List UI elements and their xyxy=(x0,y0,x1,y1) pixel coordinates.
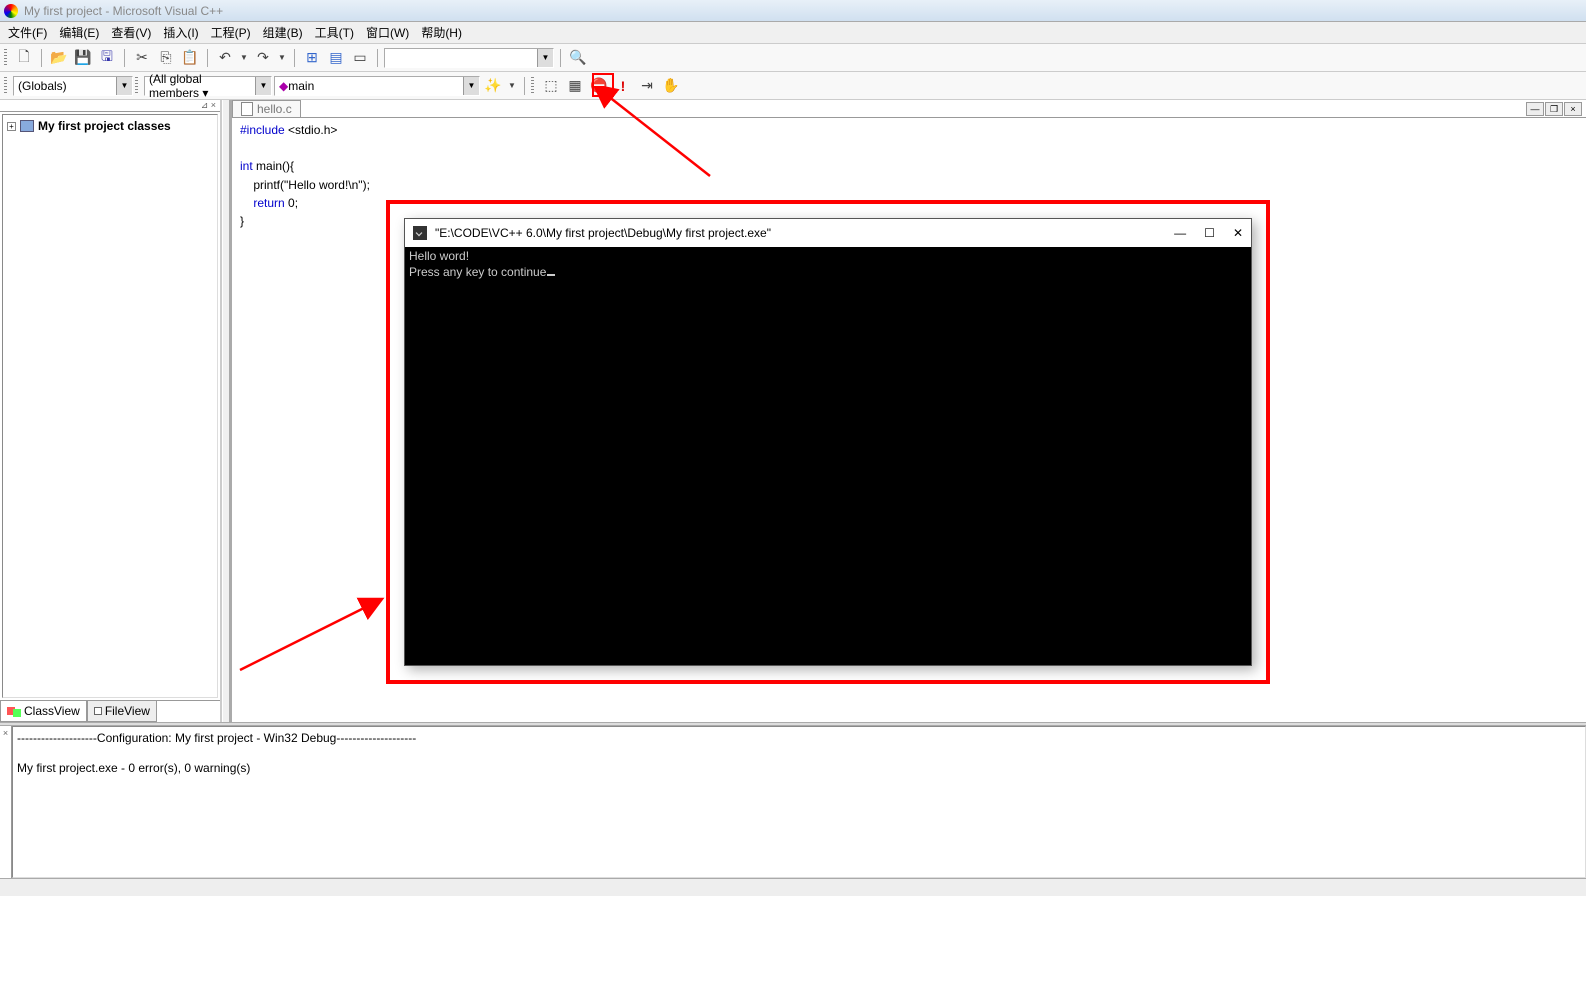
workspace-panel: ⊿ × + My first project classes ClassView… xyxy=(0,100,222,722)
console-app-icon xyxy=(413,226,427,240)
output-icon[interactable]: ▤ xyxy=(325,47,347,69)
redo-icon[interactable]: ↷ xyxy=(252,47,274,69)
tab-fileview[interactable]: FileView xyxy=(87,701,157,722)
menu-edit[interactable]: 编辑(E) xyxy=(59,24,99,41)
editor-tab-hello[interactable]: hello.c xyxy=(232,100,301,117)
annotation-console-box: "E:\CODE\VC++ 6.0\My first project\Debug… xyxy=(386,200,1270,684)
wizard-dropdown-icon[interactable]: ▼ xyxy=(506,75,518,97)
tab-label: FileView xyxy=(105,704,150,718)
fileview-icon xyxy=(94,707,102,715)
menu-bar[interactable]: 文件(F) 编辑(E) 查看(V) 插入(I) 工程(P) 组建(B) 工具(T… xyxy=(0,22,1586,44)
cut-icon[interactable]: ✂ xyxy=(131,47,153,69)
mdi-close-icon[interactable]: × xyxy=(1564,102,1582,116)
execute-icon[interactable]: ! xyxy=(612,75,634,97)
menu-file[interactable]: 文件(F) xyxy=(8,24,47,41)
find-combo[interactable]: ▼ xyxy=(384,48,554,68)
mdi-minimize-icon[interactable]: — xyxy=(1526,102,1544,116)
menu-project[interactable]: 工程(P) xyxy=(211,24,251,41)
wizard-action-icon[interactable]: ✨ xyxy=(482,75,504,97)
project-icon xyxy=(20,120,34,132)
expand-icon[interactable]: + xyxy=(7,122,16,131)
console-title-text: "E:\CODE\VC++ 6.0\My first project\Debug… xyxy=(435,226,771,240)
toolbar-standard: 🗋 📂 💾 🖫 ✂ ⎘ 📋 ↶ ▼ ↷ ▼ ⊞ ▤ ▭ ▼ 🔍 xyxy=(0,44,1586,72)
redo-dropdown-icon[interactable]: ▼ xyxy=(276,47,288,69)
classview-icon xyxy=(13,709,21,717)
find-icon[interactable]: 🔍 xyxy=(567,47,589,69)
output-panel: × --------------------Configuration: My … xyxy=(0,726,1586,878)
class-tree[interactable]: + My first project classes xyxy=(2,114,218,698)
output-tabs[interactable] xyxy=(0,878,1586,896)
menu-view[interactable]: 查看(V) xyxy=(111,24,151,41)
toolbar-grip[interactable] xyxy=(4,77,7,95)
menu-insert[interactable]: 插入(I) xyxy=(163,24,198,41)
toolbar-grip[interactable] xyxy=(4,49,7,67)
save-icon[interactable]: 💾 xyxy=(72,47,94,69)
toolbar-grip[interactable] xyxy=(135,77,138,95)
function-combo[interactable]: ◆ main▼ xyxy=(274,76,480,96)
toolbar-wizard: (Globals)▼ (All global members ▾▼ ◆ main… xyxy=(0,72,1586,100)
output-close-icon[interactable]: × xyxy=(0,726,12,878)
members-combo[interactable]: (All global members ▾▼ xyxy=(144,76,272,96)
tree-root[interactable]: + My first project classes xyxy=(7,119,213,133)
undo-icon[interactable]: ↶ xyxy=(214,47,236,69)
title-bar: My first project - Microsoft Visual C++ xyxy=(0,0,1586,22)
open-icon[interactable]: 📂 xyxy=(48,47,70,69)
app-icon xyxy=(4,4,18,18)
editor-tab-label: hello.c xyxy=(257,102,292,116)
mdi-restore-icon[interactable]: ❐ xyxy=(1545,102,1563,116)
window-list-icon[interactable]: ▭ xyxy=(349,47,371,69)
stop-build-icon[interactable]: ⛔ xyxy=(588,75,610,97)
console-titlebar[interactable]: "E:\CODE\VC++ 6.0\My first project\Debug… xyxy=(405,219,1251,247)
toolbar-grip[interactable] xyxy=(531,77,534,95)
undo-dropdown-icon[interactable]: ▼ xyxy=(238,47,250,69)
paste-icon[interactable]: 📋 xyxy=(179,47,201,69)
console-window[interactable]: "E:\CODE\VC++ 6.0\My first project\Debug… xyxy=(404,218,1252,666)
breakpoint-icon[interactable]: ✋ xyxy=(660,75,682,97)
save-all-icon[interactable]: 🖫 xyxy=(96,47,118,69)
menu-window[interactable]: 窗口(W) xyxy=(366,24,409,41)
console-output[interactable]: Hello word! Press any key to continue xyxy=(405,247,1251,665)
console-maximize-icon[interactable]: ☐ xyxy=(1204,226,1215,240)
workspace-tabs: ClassView FileView xyxy=(0,700,220,722)
func-icon: ◆ xyxy=(279,79,288,93)
menu-build[interactable]: 组建(B) xyxy=(263,24,303,41)
compile-icon[interactable]: ⬚ xyxy=(540,75,562,97)
tab-label: ClassView xyxy=(24,704,80,718)
tab-classview[interactable]: ClassView xyxy=(0,701,87,722)
splitter-vertical[interactable] xyxy=(222,100,230,722)
editor-tabbar: hello.c — ❐ × xyxy=(232,100,1586,118)
new-file-icon[interactable]: 🗋 xyxy=(13,47,35,69)
tree-root-label: My first project classes xyxy=(38,119,171,133)
scope-combo[interactable]: (Globals)▼ xyxy=(13,76,133,96)
build-icon[interactable]: ▦ xyxy=(564,75,586,97)
console-cursor xyxy=(547,274,555,276)
build-output[interactable]: --------------------Configuration: My fi… xyxy=(12,726,1586,878)
menu-tools[interactable]: 工具(T) xyxy=(315,24,354,41)
console-minimize-icon[interactable]: — xyxy=(1174,226,1186,240)
menu-help[interactable]: 帮助(H) xyxy=(421,24,462,41)
file-icon xyxy=(241,102,253,116)
console-close-icon[interactable]: ✕ xyxy=(1233,226,1243,240)
panel-close-icon[interactable]: ⊿ × xyxy=(0,100,220,112)
go-icon[interactable]: ⇥ xyxy=(636,75,658,97)
window-title: My first project - Microsoft Visual C++ xyxy=(24,4,223,18)
workspace-icon[interactable]: ⊞ xyxy=(301,47,323,69)
copy-icon[interactable]: ⎘ xyxy=(155,47,177,69)
mdi-buttons: — ❐ × xyxy=(1526,102,1586,116)
